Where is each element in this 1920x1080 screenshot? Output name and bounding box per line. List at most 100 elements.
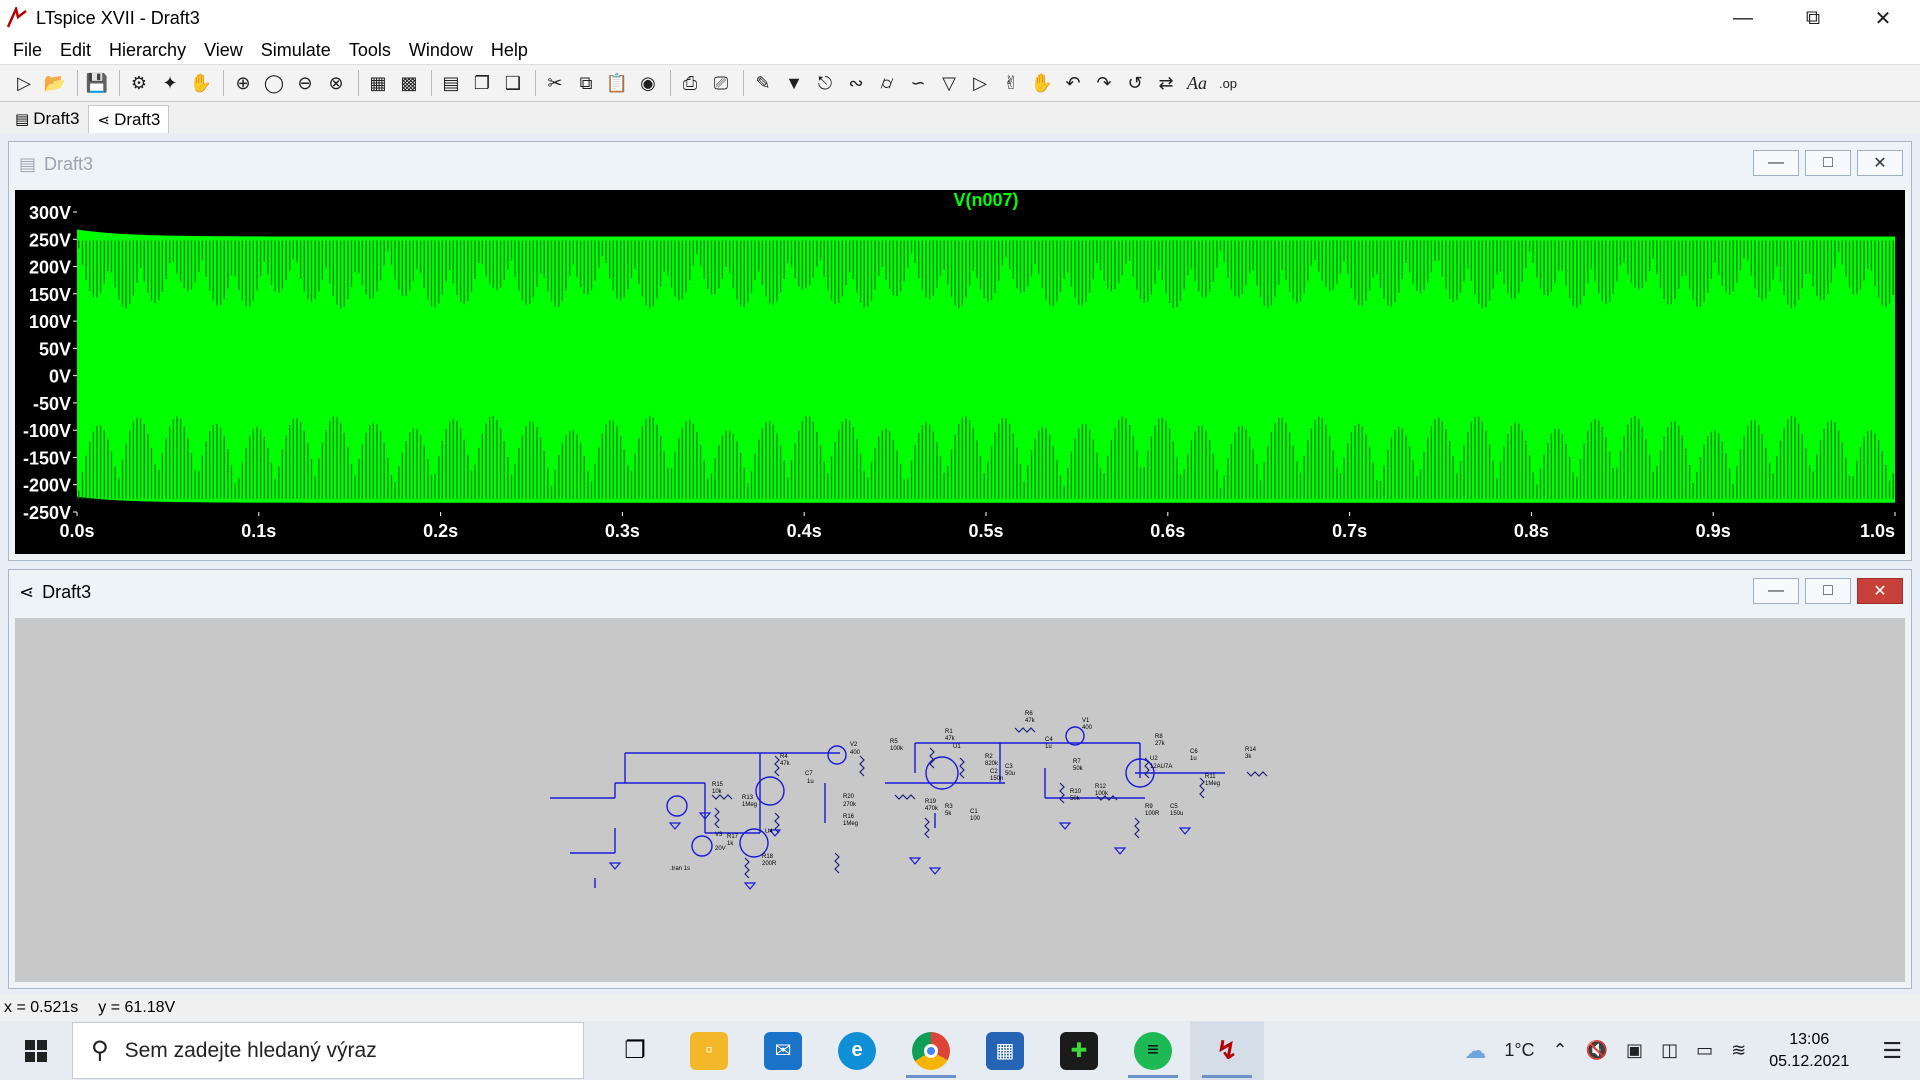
menu-simulate[interactable]: Simulate bbox=[252, 40, 340, 61]
print-icon[interactable]: ⎙ bbox=[676, 69, 704, 97]
component-icon[interactable]: ▷ bbox=[966, 69, 994, 97]
volume-muted-icon[interactable]: 🔇 bbox=[1586, 1040, 1608, 1061]
inductor-icon[interactable]: ∽ bbox=[904, 69, 932, 97]
taskbar-oscilloscope-app[interactable]: ✚ bbox=[1042, 1021, 1116, 1080]
close-button[interactable]: ✕ bbox=[1848, 0, 1918, 36]
menu-help[interactable]: Help bbox=[482, 40, 537, 61]
menu-hierarchy[interactable]: Hierarchy bbox=[100, 40, 195, 61]
tab-waveform[interactable]: ▤ Draft3 bbox=[6, 105, 88, 133]
notification-center-icon[interactable]: ☰ bbox=[1882, 1038, 1902, 1064]
waveform-maximize-button[interactable]: □ bbox=[1805, 150, 1851, 176]
battery-icon[interactable]: ▭ bbox=[1696, 1040, 1713, 1061]
cut-icon[interactable]: ✂ bbox=[541, 69, 569, 97]
show-hidden-icons-chevron-up-icon[interactable]: ⌃ bbox=[1553, 1040, 1568, 1061]
pan-hand-icon[interactable]: ✋ bbox=[187, 69, 215, 97]
weather-cloud-icon[interactable]: ☁ bbox=[1464, 1038, 1486, 1064]
taskbar-store[interactable]: ▦ bbox=[968, 1021, 1042, 1080]
find-binoculars-icon[interactable]: ◉ bbox=[634, 69, 662, 97]
menu-window[interactable]: Window bbox=[400, 40, 482, 61]
menu-edit[interactable]: Edit bbox=[51, 40, 100, 61]
menu-view[interactable]: View bbox=[195, 40, 252, 61]
rotate-icon[interactable]: ↺ bbox=[1121, 69, 1149, 97]
task-view-button[interactable]: ❐ bbox=[598, 1021, 672, 1080]
spice-directive-icon[interactable]: .op bbox=[1214, 69, 1242, 97]
taskbar-spotify[interactable]: ≡ bbox=[1116, 1021, 1190, 1080]
redo-icon[interactable]: ↷ bbox=[1090, 69, 1118, 97]
print-setup-icon[interactable]: ⎚ bbox=[707, 69, 735, 97]
taskbar-edge[interactable]: e bbox=[820, 1021, 894, 1080]
run-simulation-icon[interactable]: ✦ bbox=[156, 69, 184, 97]
schematic-close-button[interactable]: ✕ bbox=[1857, 578, 1903, 604]
control-panel-icon[interactable]: ⚙ bbox=[125, 69, 153, 97]
schematic-component-label: R3 bbox=[945, 804, 953, 810]
schematic-component-label: R1 bbox=[945, 729, 953, 735]
schematic-component-label: C4 bbox=[1045, 737, 1053, 743]
schematic-resistor bbox=[1014, 727, 1036, 733]
taskbar-chrome[interactable] bbox=[894, 1021, 968, 1080]
tab-label: Draft3 bbox=[114, 109, 161, 129]
start-button[interactable] bbox=[0, 1021, 72, 1080]
clock-date: 05.12.2021 bbox=[1769, 1052, 1850, 1070]
schematic-component-label: 200R bbox=[762, 861, 777, 867]
zoom-fit-icon[interactable]: ⊗ bbox=[322, 69, 350, 97]
tile-horizontal-icon[interactable]: ▤ bbox=[437, 69, 465, 97]
schematic-tube-or-source bbox=[827, 745, 847, 765]
tile-vertical-icon[interactable]: ❑ bbox=[499, 69, 527, 97]
menu-file[interactable]: File bbox=[4, 40, 51, 61]
taskbar-clock[interactable]: 13:06 05.12.2021 bbox=[1769, 1029, 1849, 1073]
schematic-component-label: 1u bbox=[807, 779, 814, 785]
drag-hand-icon[interactable]: ✋ bbox=[1028, 69, 1056, 97]
taskbar-search-box[interactable]: ⚲ Sem zadejte hledaný výraz bbox=[72, 1022, 584, 1079]
text-icon[interactable]: Aa bbox=[1183, 69, 1211, 97]
schematic-component-label: 50k bbox=[1070, 796, 1081, 802]
save-icon[interactable]: 💾 bbox=[83, 69, 111, 97]
waveform-plot-svg: V(n007) 300V 250V 200V 150V 100V 50V 0V -50V -100… bbox=[23, 190, 1896, 541]
ground-icon[interactable]: ▼ bbox=[780, 69, 808, 97]
diode-icon[interactable]: ▽ bbox=[935, 69, 963, 97]
label-net-icon[interactable]: ⎋ bbox=[811, 69, 839, 97]
toolbar-separator bbox=[670, 70, 671, 96]
wifi-icon[interactable]: ≋ bbox=[1731, 1040, 1746, 1061]
restore-button[interactable]: ⧉ bbox=[1778, 0, 1848, 36]
grid-icon[interactable]: ▩ bbox=[395, 69, 423, 97]
x-tick-label: 0.3s bbox=[605, 521, 640, 541]
schematic-component-label: 100R bbox=[1145, 811, 1160, 817]
schematic-component-label: R20 bbox=[843, 794, 855, 800]
cascade-windows-icon[interactable]: ❐ bbox=[468, 69, 496, 97]
menu-tools[interactable]: Tools bbox=[340, 40, 400, 61]
capacitor-icon[interactable]: ⌭ bbox=[873, 69, 901, 97]
y-tick-label: 100V bbox=[29, 312, 71, 332]
zoom-pan-icon[interactable]: ◯ bbox=[260, 69, 288, 97]
taskbar-file-explorer[interactable]: ▫ bbox=[672, 1021, 746, 1080]
schematic-resistor bbox=[774, 755, 780, 777]
schematic-component-label: C5 bbox=[1170, 804, 1178, 810]
mirror-icon[interactable]: ⇄ bbox=[1152, 69, 1180, 97]
windows-logo-icon bbox=[25, 1039, 47, 1062]
new-schematic-icon[interactable]: ▷ bbox=[10, 69, 38, 97]
taskbar-mail[interactable]: ✉ bbox=[746, 1021, 820, 1080]
schematic-maximize-button[interactable]: □ bbox=[1805, 578, 1851, 604]
waveform-minimize-button[interactable]: — bbox=[1753, 150, 1799, 176]
zoom-in-icon[interactable]: ⊕ bbox=[229, 69, 257, 97]
zoom-out-icon[interactable]: ⊖ bbox=[291, 69, 319, 97]
schematic-minimize-button[interactable]: — bbox=[1753, 578, 1799, 604]
waveform-plot[interactable]: V(n007) 300V 250V 200V 150V 100V 50V 0V -50V -100… bbox=[15, 190, 1905, 554]
schematic-drawing: R1510kR131MegR447kC71uV2400R20270kR161Me… bbox=[550, 711, 1268, 890]
open-folder-icon[interactable]: 📂 bbox=[41, 69, 69, 97]
minimize-button[interactable]: — bbox=[1708, 0, 1778, 36]
autorange-icon[interactable]: ▦ bbox=[364, 69, 392, 97]
tab-schematic[interactable]: ⋖ Draft3 bbox=[88, 105, 170, 133]
schematic-canvas[interactable]: R15 10k R13 1Meg R4 47k C7 1u V2 400 R20 270k R16 1Me… bbox=[15, 618, 1905, 982]
copy-icon[interactable]: ⧉ bbox=[572, 69, 600, 97]
undo-icon[interactable]: ↶ bbox=[1059, 69, 1087, 97]
waveform-close-button[interactable]: ✕ bbox=[1857, 150, 1903, 176]
paste-icon[interactable]: 📋 bbox=[603, 69, 631, 97]
schematic-component-label: V1 bbox=[1082, 718, 1090, 724]
usb-device-icon[interactable]: ◫ bbox=[1661, 1040, 1678, 1061]
weather-temperature[interactable]: 1°C bbox=[1504, 1040, 1534, 1061]
meet-now-icon[interactable]: ▣ bbox=[1626, 1040, 1643, 1061]
draw-wire-icon[interactable]: ✎ bbox=[749, 69, 777, 97]
move-hand-icon[interactable]: ✌ bbox=[997, 69, 1025, 97]
resistor-icon[interactable]: ∾ bbox=[842, 69, 870, 97]
taskbar-ltspice[interactable]: ↯ bbox=[1190, 1021, 1264, 1080]
